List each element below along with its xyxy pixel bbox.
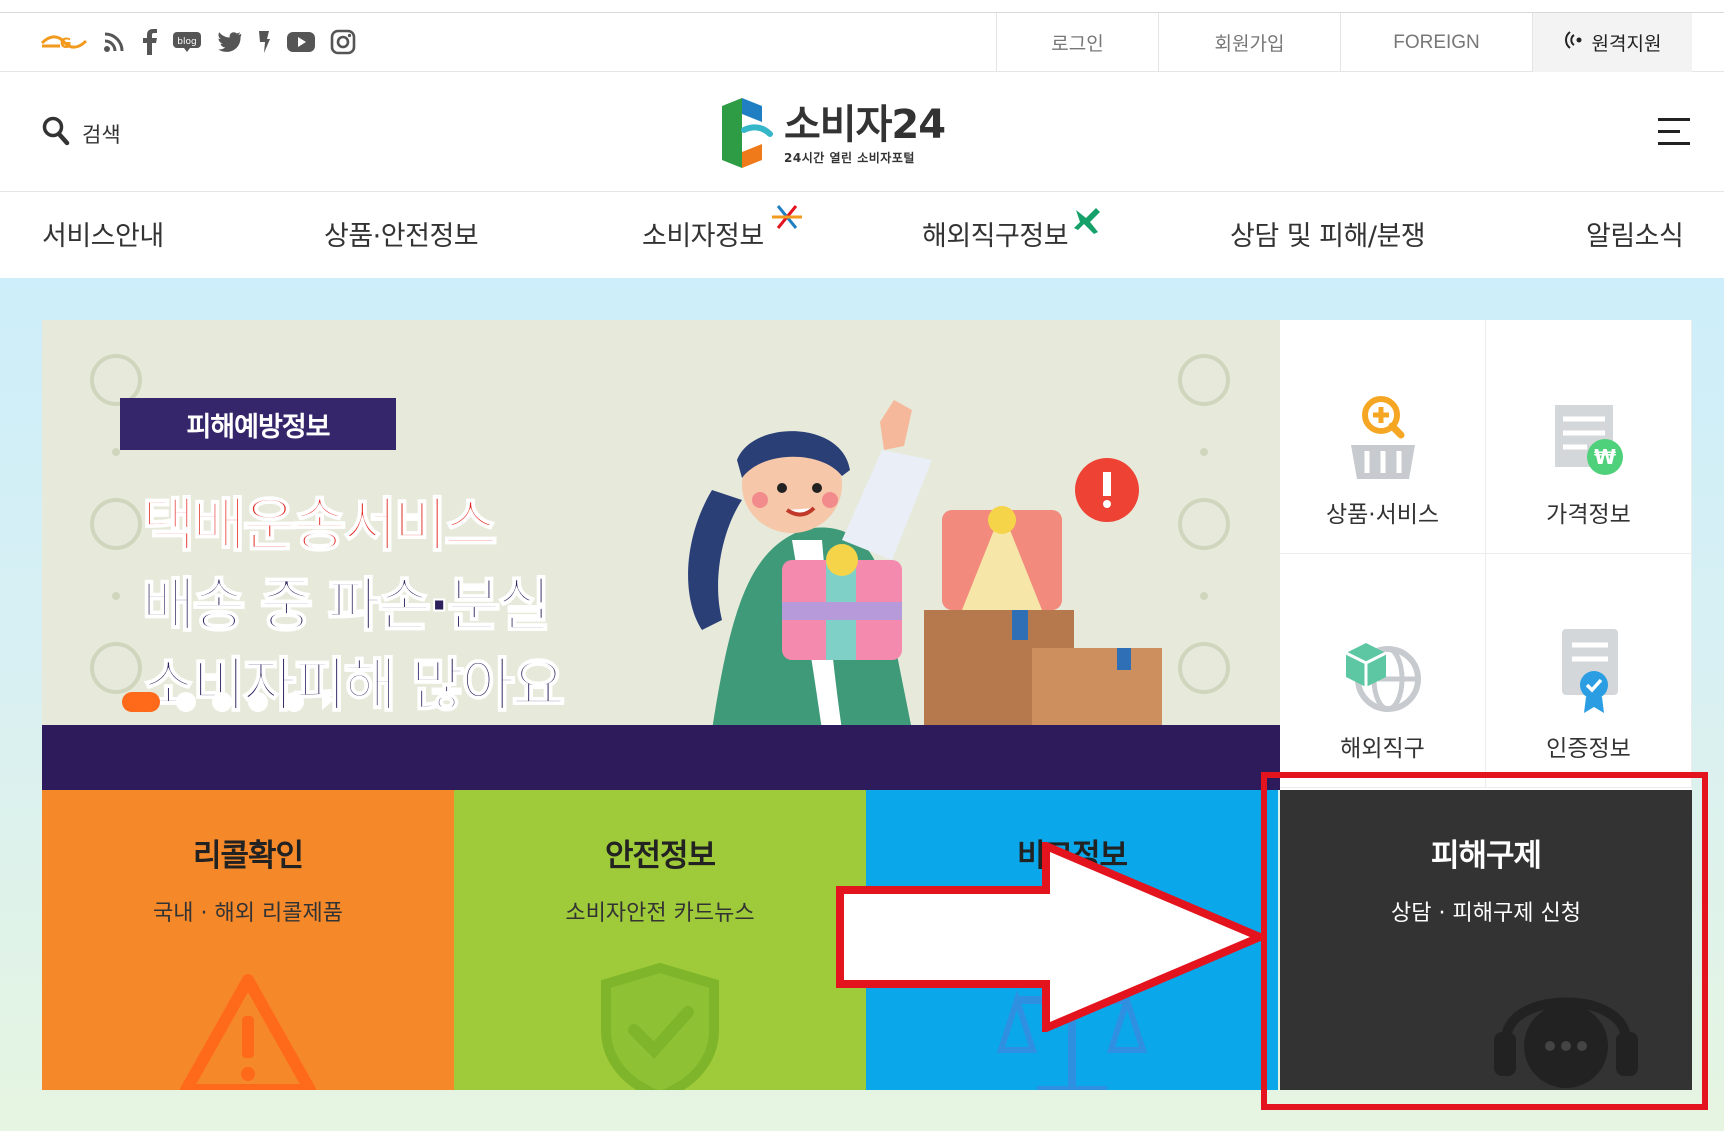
tile-price-info-label: 가격정보 [1546,502,1631,528]
delivery-character-illustration [688,400,1162,730]
search-label: 검색 [82,122,121,147]
nav-item-consumer-info[interactable]: 소비자정보 [642,205,802,253]
banner-tag: 피해예방정보 [120,398,396,450]
tile-certification-info[interactable]: 인증정보 [1486,554,1692,788]
logo-title: 소비자24 [784,101,946,148]
signup-label: 회원가입 [1214,34,1285,55]
quick-damage-relief-title: 피해구제 [1430,838,1542,874]
svg-text:₩: ₩ [1593,445,1615,469]
nav-item-notice[interactable]: 알림소식 [1586,214,1684,253]
logo-subtitle: 24시간 열린 소비자포털 [784,150,915,165]
login-link[interactable]: 로그인 [996,13,1158,72]
airplane-icon [1072,204,1104,243]
slide-dot-5[interactable] [284,692,304,712]
sparkle-icon [770,202,804,239]
main-navigation: 서비스안내 상품·안전정보 소비자정보 해외직구정보 상담 및 피해/분쟁 알림… [0,192,1724,278]
slide-dot-1[interactable] [122,692,160,712]
tile-price-info[interactable]: ₩ 가격정보 [1486,320,1692,554]
login-label: 로그인 [1051,34,1104,55]
quick-comparison-info[interactable]: 비교정보 [866,790,1278,1090]
tile-product-service-label: 상품·서비스 [1325,502,1440,528]
logo-mark-icon [718,96,774,174]
banner-headline-line1: 택배운송서비스 [141,490,499,560]
quick-recall-check-title: 리콜확인 [192,838,304,874]
quick-safety-info-subtitle: 소비자안전 카드뉴스 [565,901,755,926]
scale-icon [997,980,1147,1090]
site-header: 검색 소비자24 24시간 열린 소비자포털 [0,72,1724,192]
search-icon [42,116,70,151]
shield-check-icon [601,962,719,1090]
tile-product-service[interactable]: 상품·서비스 [1280,320,1486,554]
top-utility-bar: G blog 로그인 회원가입 FOREIGN 원격지원 [0,12,1724,72]
search-button[interactable]: 검색 [42,116,121,151]
basket-search-icon [1350,396,1415,479]
nav-item-product-safety[interactable]: 상품·안전정보 [324,214,479,253]
quick-recall-check-subtitle: 국내 · 해외 리콜제품 [153,901,343,926]
signup-link[interactable]: 회원가입 [1158,13,1340,72]
nav-item-consultation-dispute[interactable]: 상담 및 피해/분쟁 [1230,214,1426,253]
quick-damage-relief[interactable]: 피해구제 상담 · 피해구제 신청 [1280,790,1692,1090]
quick-safety-info[interactable]: 안전정보 소비자안전 카드뉴스 [454,790,866,1090]
nav-item-service-guide[interactable]: 서비스안내 [42,214,164,253]
kakao-story-icon[interactable] [256,27,272,57]
slide-dot-3[interactable] [212,692,232,712]
tile-certification-info-label: 인증정보 [1546,736,1631,762]
nav-item-consumer-info-label: 소비자정보 [642,221,764,252]
nav-item-overseas-purchase[interactable]: 해외직구정보 [922,208,1101,253]
youtube-icon[interactable] [286,27,316,57]
price-document-icon: ₩ [1554,405,1623,475]
banner-headline-line2: 배송 중 파손·분실 [141,570,552,640]
foreign-label: FOREIGN [1393,31,1480,53]
signal-icon [1564,30,1586,55]
slide-indicators [122,688,336,716]
play-icon[interactable] [320,688,336,716]
remote-support-label: 원격지원 [1591,34,1662,55]
quick-damage-relief-subtitle: 상담 · 피해구제 신청 [1391,901,1581,926]
main-banner-slider[interactable]: 피해예방정보 택배운송서비스 배송 중 파손·분실 소비자피해 많아요 [42,320,1280,790]
twitter-icon[interactable] [216,27,242,57]
site-logo[interactable]: 소비자24 24시간 열린 소비자포털 [718,96,946,174]
banner-control-bar [42,725,1280,790]
eg-logo-icon[interactable]: G [40,27,88,57]
social-links: G blog [40,27,356,57]
tile-overseas-purchase-label: 해외직구 [1340,736,1425,762]
remote-support-button[interactable]: 원격지원 [1532,13,1692,72]
logo-text: 소비자24 24시간 열린 소비자포털 [784,101,946,166]
nav-item-overseas-purchase-label: 해외직구정보 [922,221,1069,252]
tile-overseas-purchase[interactable]: 해외직구 [1280,554,1486,788]
globe-box-icon [1344,643,1421,712]
svg-text:G: G [60,36,72,52]
quick-recall-check[interactable]: 리콜확인 국내 · 해외 리콜제품 [42,790,454,1090]
hamburger-menu-icon[interactable] [1658,118,1690,146]
warning-icon [180,974,316,1090]
quick-safety-info-title: 안전정보 [604,838,716,874]
headset-chat-icon [1494,997,1638,1088]
slide-dot-2[interactable] [176,692,196,712]
foreign-link[interactable]: FOREIGN [1340,13,1532,72]
blog-icon[interactable]: blog [172,27,202,57]
quick-comparison-info-title: 비교정보 [1016,838,1128,874]
facebook-icon[interactable] [140,27,158,57]
certificate-icon [1561,629,1618,713]
service-menu-grid: 상품·서비스 ₩ 가격정보 해외직구 인증정보 [1280,320,1692,790]
slide-dot-4[interactable] [248,692,268,712]
rss-icon[interactable] [102,27,126,57]
instagram-icon[interactable] [330,27,356,57]
blog-icon-label: blog [177,37,196,47]
utility-menu: 로그인 회원가입 FOREIGN 원격지원 [996,13,1692,72]
